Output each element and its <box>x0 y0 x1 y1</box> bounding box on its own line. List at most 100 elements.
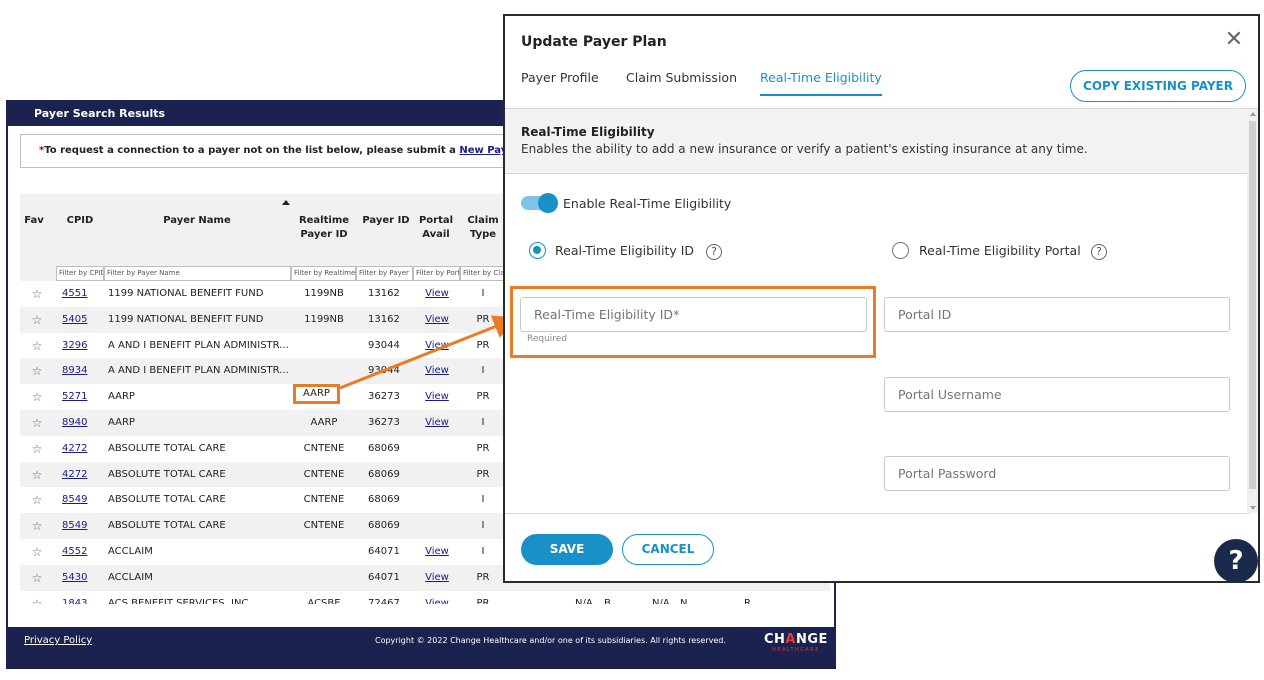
header-realtime-line2: Payer ID <box>300 229 348 240</box>
realtime-payer-id-cell: AARP <box>310 417 338 428</box>
header-payer-id[interactable]: Payer ID <box>360 214 412 228</box>
payer-name-cell: AARP <box>108 417 135 428</box>
cpid-link[interactable]: 4272 <box>62 436 92 462</box>
cpid-link[interactable]: 4552 <box>62 539 92 565</box>
payer-id-cell: 93044 <box>368 339 400 351</box>
claim-type-cell: PR <box>476 468 490 480</box>
tab-real-time-eligibility[interactable]: Real-Time Eligibility <box>760 70 882 96</box>
cpid-link[interactable]: 8549 <box>62 513 92 539</box>
tab-claim-submission[interactable]: Claim Submission <box>626 70 737 94</box>
filter-payer-id[interactable]: Filter by Payer <box>356 266 413 281</box>
portal-username-input[interactable] <box>884 377 1230 412</box>
star-icon[interactable]: ☆ <box>30 358 44 384</box>
scroll-up-icon[interactable] <box>1250 112 1256 116</box>
star-icon[interactable]: ☆ <box>30 462 44 488</box>
header-realtime-payer-id[interactable]: Realtime Payer ID <box>292 214 356 242</box>
cpid-link[interactable]: 5430 <box>62 565 92 591</box>
portal-id-input[interactable] <box>884 297 1230 332</box>
section-header: Real-Time Eligibility Enables the abilit… <box>505 109 1249 174</box>
update-payer-plan-modal: Update Payer Plan ✕ Payer Profile Claim … <box>503 14 1260 583</box>
cpid-link[interactable]: 3296 <box>62 333 92 359</box>
claim-type-cell: I <box>481 520 485 532</box>
claim-type-cell: PR <box>476 313 490 325</box>
payer-id-cell: 64071 <box>368 571 400 583</box>
section-description: Enables the ability to add a new insuran… <box>521 142 1088 156</box>
radio-rte-id[interactable] <box>529 242 546 259</box>
privacy-policy-link[interactable]: Privacy Policy <box>24 635 92 646</box>
cpid-link[interactable]: 8549 <box>62 487 92 513</box>
header-portal-line2: Avail <box>422 229 450 240</box>
filter-realtime[interactable]: Filter by Realtime <box>291 266 356 281</box>
cancel-button[interactable]: CANCEL <box>622 534 714 565</box>
claim-type-cell: PR <box>476 597 490 604</box>
save-button[interactable]: SAVE <box>521 534 613 565</box>
scrollbar-thumb[interactable] <box>1249 121 1256 489</box>
realtime-payer-id-cell: CNTENE <box>303 494 345 506</box>
portal-view-link[interactable]: View <box>422 358 452 384</box>
star-icon[interactable]: ☆ <box>30 591 44 604</box>
cpid-link[interactable]: 8940 <box>62 410 92 436</box>
portal-view-link[interactable]: View <box>422 333 452 359</box>
claim-type-cell: PR <box>476 339 490 351</box>
portal-view-link[interactable]: View <box>422 591 452 604</box>
star-icon[interactable]: ☆ <box>30 307 44 333</box>
payer-name-cell: A AND I BENEFIT PLAN ADMINISTR... <box>108 339 288 351</box>
star-icon[interactable]: ☆ <box>30 410 44 436</box>
payer-name-cell: ABSOLUTE TOTAL CARE <box>108 468 226 480</box>
logo-part-2: NGE <box>795 632 828 647</box>
star-icon[interactable]: ☆ <box>30 487 44 513</box>
header-portal-avail[interactable]: Portal Avail <box>416 214 456 242</box>
table-row[interactable]: ☆ 1843 ACS BENEFIT SERVICES, INC ACSBE 72467… <box>20 590 830 604</box>
portal-view-link[interactable]: View <box>422 565 452 591</box>
header-payer-name[interactable]: Payer Name <box>132 214 262 228</box>
header-claim-line2: Type <box>469 229 497 240</box>
sort-asc-icon[interactable] <box>282 200 290 205</box>
star-icon[interactable]: ☆ <box>30 436 44 462</box>
payer-name-cell: AARP <box>108 391 135 403</box>
filter-portal[interactable]: Filter by Portal <box>413 266 460 281</box>
notice-text: To request a connection to a payer not o… <box>44 145 460 156</box>
header-fav[interactable]: Fav <box>22 214 46 228</box>
enable-rte-toggle[interactable] <box>521 193 558 213</box>
close-icon[interactable]: ✕ <box>1224 29 1244 51</box>
tab-payer-profile[interactable]: Payer Profile <box>521 70 599 94</box>
toggle-knob <box>538 193 558 213</box>
modal-scrollbar[interactable] <box>1247 109 1258 513</box>
cpid-link[interactable]: 4551 <box>62 281 92 307</box>
cpid-link[interactable]: 4272 <box>62 462 92 488</box>
filter-cpid[interactable]: Filter by CPID <box>56 266 104 281</box>
portal-view-link[interactable]: View <box>422 281 452 307</box>
help-question-icon[interactable]: ? <box>1214 539 1258 581</box>
radio-rte-id-label: Real-Time Eligibility ID <box>555 243 695 258</box>
logo-wordmark: CHANGE <box>764 633 828 647</box>
filter-claim-type[interactable]: Filter by Claim <box>460 266 508 281</box>
portal-password-input[interactable] <box>884 456 1230 491</box>
cpid-link[interactable]: 8934 <box>62 358 92 384</box>
header-claim-type[interactable]: Claim Type <box>464 214 502 242</box>
header-cpid[interactable]: CPID <box>62 214 98 228</box>
radio-rte-portal[interactable] <box>892 242 909 259</box>
annotation-aarp-highlight: AARP <box>293 384 340 404</box>
star-icon[interactable]: ☆ <box>30 333 44 359</box>
portal-view-link[interactable]: View <box>422 410 452 436</box>
star-icon[interactable]: ☆ <box>30 384 44 410</box>
star-icon[interactable]: ☆ <box>30 281 44 307</box>
cpid-link[interactable]: 1843 <box>62 591 92 604</box>
star-icon[interactable]: ☆ <box>30 513 44 539</box>
extra-cell: N <box>680 597 688 604</box>
cpid-link[interactable]: 5405 <box>62 307 92 333</box>
rte-id-input[interactable] <box>520 297 867 332</box>
star-icon[interactable]: ☆ <box>30 565 44 591</box>
claim-type-cell: PR <box>476 571 490 583</box>
portal-view-link[interactable]: View <box>422 539 452 565</box>
scroll-down-icon[interactable] <box>1250 506 1256 510</box>
cpid-link[interactable]: 5271 <box>62 384 92 410</box>
copy-existing-payer-button[interactable]: COPY EXISTING PAYER <box>1070 70 1246 102</box>
star-icon[interactable]: ☆ <box>30 539 44 565</box>
portal-view-link[interactable]: View <box>422 384 452 410</box>
help-icon[interactable]: ? <box>706 244 722 260</box>
portal-view-link[interactable]: View <box>422 307 452 333</box>
extra-cell: N/A <box>575 597 593 604</box>
filter-payer-name[interactable]: Filter by Payer Name <box>104 266 291 281</box>
help-icon[interactable]: ? <box>1091 244 1107 260</box>
